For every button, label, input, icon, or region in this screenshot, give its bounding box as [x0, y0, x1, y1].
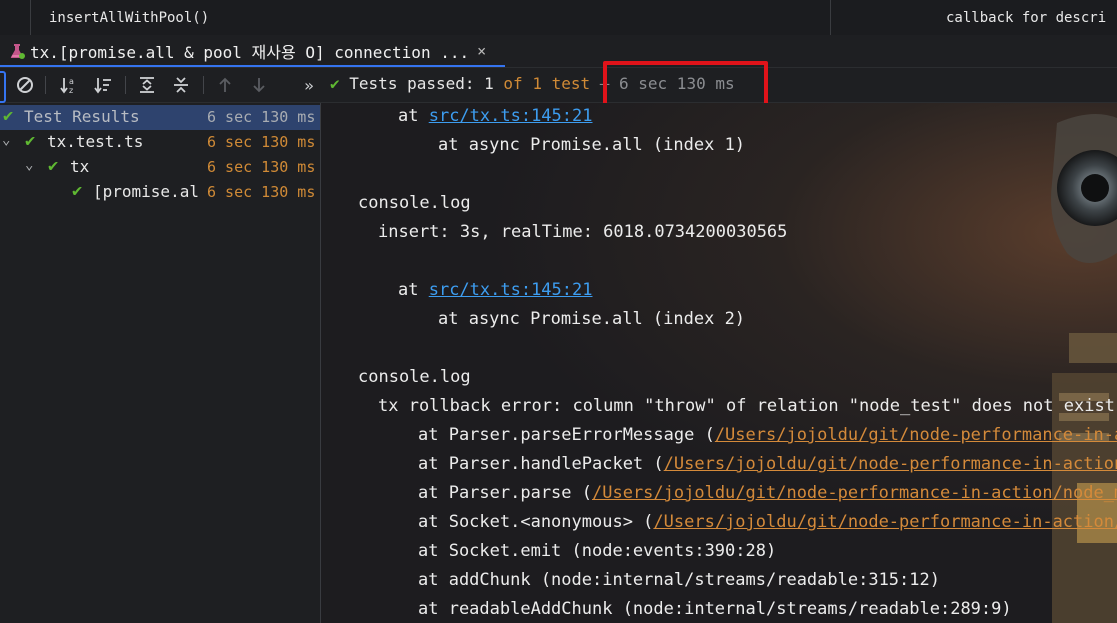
collapse-all-icon[interactable] [170, 74, 192, 96]
console-text: at Parser.parse ( [418, 483, 592, 503]
console-line: at async Promise.all (index 1) [438, 135, 746, 155]
tree-row-label: [promise.al [93, 182, 199, 201]
tree-row-label: tx [70, 157, 90, 176]
passed-check-icon: ✔ [25, 131, 36, 151]
svg-text:a: a [69, 77, 74, 86]
tree-row-duration: 6 sec 130 ms [207, 158, 316, 176]
more-actions-icon[interactable]: » [298, 74, 320, 96]
toolbar-separator [203, 76, 204, 94]
file-link[interactable]: /Users/jojoldu/git/node-performance-in-a… [715, 425, 1117, 445]
test-run-icon [8, 42, 26, 60]
svg-text:z: z [69, 86, 73, 95]
toolbar-separator [45, 76, 46, 94]
tree-row-label: Test Results [24, 107, 140, 126]
close-icon[interactable]: × [477, 42, 486, 60]
test-toolbar: az » ✔ Tests passed: 1 of 1 test – 6 sec… [0, 68, 1117, 103]
total-duration: – 6 sec 130 ms [590, 74, 735, 93]
passed-count: 1 [484, 74, 494, 93]
console-line: at Parser.handlePacket (/Users/jojoldu/g… [418, 454, 1117, 474]
console-line: at Socket.emit (node:events:390:28) [418, 541, 777, 561]
console-output[interactable]: at src/tx.ts:145:21 at async Promise.all… [321, 103, 1117, 623]
console-line: at src/tx.ts:145:21 [398, 106, 592, 126]
show-ignored-icon[interactable] [14, 74, 36, 96]
tree-row-duration: 6 sec 130 ms [207, 133, 316, 151]
console-text: at Socket.<anonymous> ( [418, 512, 654, 532]
file-link[interactable]: /Users/jojoldu/git/node-performance-in-a… [592, 483, 1117, 503]
tree-row-duration: 6 sec 130 ms [207, 108, 316, 126]
passed-check-icon: ✔ [72, 181, 83, 201]
source-link[interactable]: src/tx.ts:145:21 [429, 280, 593, 300]
console-line: at Parser.parse (/Users/jojoldu/git/node… [418, 483, 1117, 503]
breadcrumb-callback[interactable]: callback for descri [946, 10, 1106, 26]
console-line: insert: 3s, realTime: 6018.0734200030565 [378, 222, 788, 242]
passed-check-icon: ✔ [48, 156, 59, 176]
total-tests: of 1 test [493, 74, 591, 93]
tree-row-test[interactable]: ✔ [promise.al 6 sec 130 ms [0, 180, 320, 205]
run-tab-bar: tx.[promise.all & pool 재사용 O] connection… [0, 35, 1117, 68]
file-link[interactable]: /Users/jojoldu/git/node-performance-in-a… [664, 454, 1117, 474]
breadcrumb-left[interactable]: insertAllWithPool() [0, 0, 831, 35]
background-robot-image [1051, 114, 1117, 623]
console-line: at async Promise.all (index 2) [438, 309, 746, 329]
rerun-toggle[interactable] [0, 71, 6, 103]
console-line: at readableAddChunk (node:internal/strea… [418, 599, 1012, 619]
arrow-down-icon[interactable] [248, 74, 270, 96]
tree-row-file[interactable]: ⌄ ✔ tx.test.ts 6 sec 130 ms [0, 130, 320, 155]
console-text: at Parser.parseErrorMessage ( [418, 425, 715, 445]
source-link[interactable]: src/tx.ts:145:21 [429, 106, 593, 126]
console-line: tx rollback error: column "throw" of rel… [378, 396, 1115, 416]
expand-all-icon[interactable] [136, 74, 158, 96]
sort-alphabetically-icon[interactable]: az [58, 74, 80, 96]
console-line: console.log [358, 193, 471, 213]
breadcrumb-right[interactable]: callback for descri [831, 0, 1117, 35]
test-status: ✔ Tests passed: 1 of 1 test – 6 sec 130 … [330, 74, 735, 93]
console-text: at [398, 106, 429, 126]
tree-row-label: tx.test.ts [47, 132, 144, 151]
console-line: at Parser.parseErrorMessage (/Users/jojo… [418, 425, 1117, 445]
console-text: at Parser.handlePacket ( [418, 454, 664, 474]
tree-row-duration: 6 sec 130 ms [207, 183, 316, 201]
run-tab-label: tx.[promise.all & pool 재사용 O] connection… [30, 43, 470, 62]
chevron-down-icon[interactable]: ⌄ [2, 132, 10, 148]
test-tree: ✔ Test Results 6 sec 130 ms ⌄ ✔ tx.test.… [0, 103, 321, 623]
console-text: at [398, 280, 429, 300]
tree-row-test-results[interactable]: ✔ Test Results 6 sec 130 ms [0, 105, 320, 130]
status-prefix: Tests passed: [349, 74, 485, 93]
arrow-up-icon[interactable] [214, 74, 236, 96]
breadcrumb-bar: insertAllWithPool() callback for descri [0, 0, 1117, 36]
active-tab-underline [0, 65, 505, 67]
passed-check-icon: ✔ [330, 74, 340, 93]
console-line: at src/tx.ts:145:21 [398, 280, 592, 300]
console-line: at addChunk (node:internal/streams/reada… [418, 570, 940, 590]
tree-row-suite[interactable]: ⌄ ✔ tx 6 sec 130 ms [0, 155, 320, 180]
toolbar-separator [125, 76, 126, 94]
sort-by-duration-icon[interactable] [92, 74, 114, 96]
chevron-down-icon[interactable]: ⌄ [25, 157, 33, 173]
file-link[interactable]: /Users/jojoldu/git/node-performance-in-a… [653, 512, 1117, 532]
console-line: console.log [358, 367, 471, 387]
breadcrumb-function[interactable]: insertAllWithPool() [49, 10, 209, 26]
console-line: at Socket.<anonymous> (/Users/jojoldu/gi… [418, 512, 1117, 532]
passed-check-icon: ✔ [3, 106, 14, 126]
run-tab[interactable]: tx.[promise.all & pool 재사용 O] connection… [0, 35, 494, 67]
